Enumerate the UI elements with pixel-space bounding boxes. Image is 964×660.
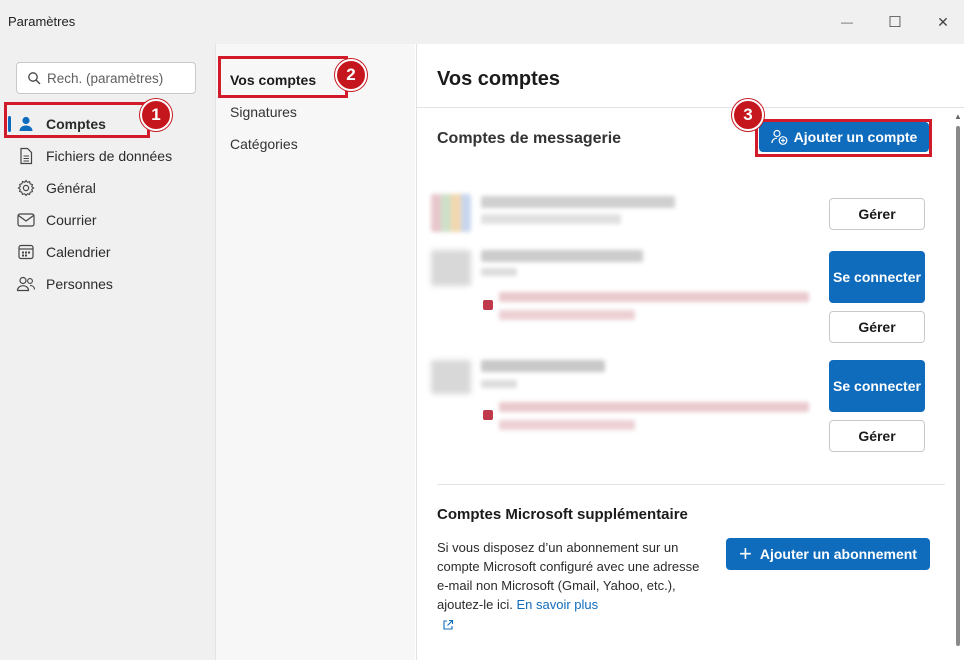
accounts-subnav: Vos comptes Signatures Catégories [215,44,415,660]
account-warning-redacted [499,420,635,430]
connect-button[interactable]: Se connecter [829,251,925,303]
calendar-icon [16,242,36,262]
callout-box-vos-comptes [218,56,348,98]
settings-search[interactable] [16,62,196,94]
account-avatar [431,250,471,286]
title-bar: Paramètres — ☐ ✕ [0,0,964,44]
subnav-item-signatures[interactable]: Signatures [230,104,297,120]
account-warning-redacted [499,402,809,412]
callout-badge-3: 3 [732,99,764,131]
callout-box-add-account [755,119,932,157]
window-title: Paramètres [8,14,76,29]
callout-badge-1: 1 [140,99,172,131]
connect-button[interactable]: Se connecter [829,360,925,412]
account-warning-redacted [499,310,635,320]
nav-item-label: Fichiers de données [46,148,173,164]
account-avatar [431,194,471,232]
gear-icon [16,178,36,198]
nav-item-label: Personnes [46,276,113,292]
microsoft-accounts-description: Si vous disposez d’un abonnement sur un … [437,538,709,614]
plus-icon: + [739,541,752,566]
account-email-redacted [481,214,621,224]
nav-item-personnes[interactable]: Personnes [6,268,206,300]
add-subscription-button[interactable]: + Ajouter un abonnement [726,538,930,570]
warning-icon [483,410,493,420]
maximize-icon: ☐ [888,14,902,31]
account-avatar [431,360,471,394]
add-subscription-label: Ajouter un abonnement [759,546,917,562]
maximize-button[interactable]: ☐ [881,8,909,36]
learn-more-link[interactable]: En savoir plus [517,597,599,612]
warning-icon [483,300,493,310]
nav-item-general[interactable]: Général [6,172,206,204]
people-icon [16,274,36,294]
manage-button[interactable]: Gérer [829,311,925,343]
account-name-redacted [481,196,675,208]
account-name-redacted [481,250,643,262]
close-icon: ✕ [937,13,949,30]
account-warning-redacted [499,292,809,302]
scroll-up-arrow-icon[interactable]: ▲ [954,112,962,121]
title-divider [417,107,964,108]
nav-item-courrier[interactable]: Courrier [6,204,206,236]
callout-badge-2: 2 [335,59,367,91]
minimize-button[interactable]: — [833,8,861,36]
document-icon [16,146,36,166]
account-email-redacted [481,380,517,388]
email-accounts-heading: Comptes de messagerie [437,130,622,147]
close-button[interactable]: ✕ [929,8,957,36]
page-title: Vos comptes [437,68,560,90]
manage-button[interactable]: Gérer [829,198,925,230]
nav-item-label: Courrier [46,212,97,228]
minimize-icon: — [841,15,853,29]
microsoft-accounts-heading: Comptes Microsoft supplémentaire [437,506,688,523]
nav-item-calendrier[interactable]: Calendrier [6,236,206,268]
section-divider [437,484,945,485]
mail-icon [16,210,36,230]
account-email-redacted [481,268,517,276]
nav-item-fichiers[interactable]: Fichiers de données [6,140,206,172]
callout-box-comptes [4,102,150,138]
scrollbar[interactable] [956,126,960,646]
nav-item-label: Général [46,180,96,196]
subnav-item-categories[interactable]: Catégories [230,136,298,152]
search-icon [27,71,41,85]
manage-button[interactable]: Gérer [829,420,925,452]
external-link-icon[interactable] [442,618,454,630]
search-input[interactable] [47,70,187,86]
account-name-redacted [481,360,605,372]
nav-item-label: Calendrier [46,244,111,260]
